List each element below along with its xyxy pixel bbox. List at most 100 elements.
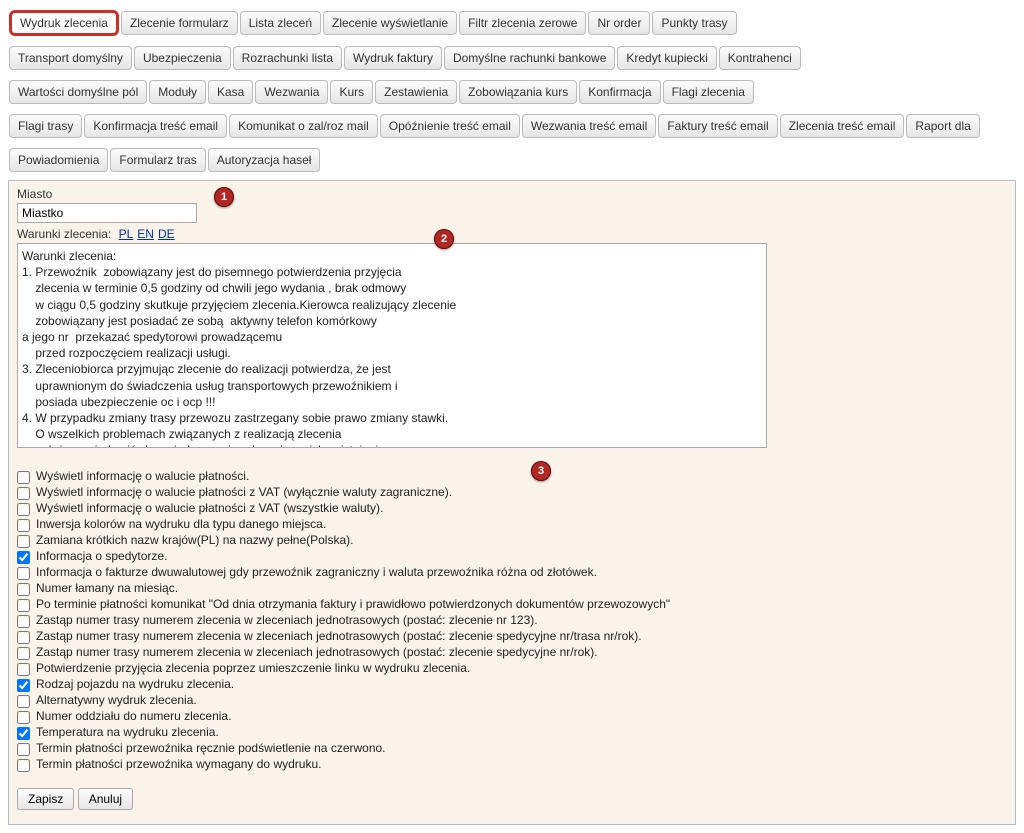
tab-kasa[interactable]: Kasa	[208, 80, 253, 104]
check-box[interactable]	[17, 551, 30, 564]
tab-zestawienia[interactable]: Zestawienia	[375, 80, 457, 104]
tab-punkty-trasy[interactable]: Punkty trasy	[652, 11, 736, 35]
check-box[interactable]	[17, 759, 30, 772]
check-box[interactable]	[17, 487, 30, 500]
check-row[interactable]: Numer oddziału do numeru zlecenia.	[17, 709, 1007, 724]
tab-wydruk-zlecenia[interactable]: Wydruk zlecenia	[9, 10, 119, 36]
lang-link-pl[interactable]: PL	[119, 227, 134, 241]
tab-autoryzacja-hase-[interactable]: Autoryzacja haseł	[208, 148, 321, 172]
check-row[interactable]: Wyświetl informację o walucie płatności …	[17, 501, 1007, 516]
tab-zlecenia-tre-email[interactable]: Zlecenia treść email	[780, 114, 905, 138]
check-row[interactable]: Numer łamany na miesiąc.	[17, 581, 1007, 596]
check-box[interactable]	[17, 535, 30, 548]
checklist: Wyświetl informację o walucie płatności.…	[17, 469, 1007, 772]
cancel-button[interactable]: Anuluj	[78, 788, 133, 810]
check-label: Rodzaj pojazdu na wydruku zlecenia.	[36, 677, 234, 691]
tab-op-nienie-tre-email[interactable]: Opóźnienie treść email	[380, 114, 520, 138]
tab-wydruk-faktury[interactable]: Wydruk faktury	[344, 46, 442, 70]
check-row[interactable]: Alternatywny wydruk zlecenia.	[17, 693, 1007, 708]
tab-konfirmacja[interactable]: Konfirmacja	[579, 80, 660, 104]
city-input[interactable]	[17, 203, 197, 223]
tab-flagi-zlecenia[interactable]: Flagi zlecenia	[663, 80, 754, 104]
check-label: Inwersja kolorów na wydruku dla typu dan…	[36, 517, 326, 531]
tab-zlecenie-wy-wietlanie[interactable]: Zlecenie wyświetlanie	[323, 11, 457, 35]
tab-formularz-tras[interactable]: Formularz tras	[110, 148, 205, 172]
check-row[interactable]: Informacja o fakturze dwuwalutowej gdy p…	[17, 565, 1007, 580]
tab-kontrahenci[interactable]: Kontrahenci	[719, 46, 801, 70]
check-label: Potwierdzenie przyjęcia zlecenia poprzez…	[36, 661, 470, 675]
tab-lista-zlece-[interactable]: Lista zleceń	[240, 11, 321, 35]
tab-wezwania[interactable]: Wezwania	[255, 80, 328, 104]
tab-kurs[interactable]: Kurs	[330, 80, 373, 104]
check-box[interactable]	[17, 647, 30, 660]
tab-filtr-zlecenia-zerowe[interactable]: Filtr zlecenia zerowe	[459, 11, 586, 35]
tab-powiadomienia[interactable]: Powiadomienia	[9, 148, 108, 172]
check-row[interactable]: Rodzaj pojazdu na wydruku zlecenia.	[17, 677, 1007, 692]
check-label: Zastąp numer trasy numerem zlecenia w zl…	[36, 629, 642, 643]
check-label: Informacja o fakturze dwuwalutowej gdy p…	[36, 565, 597, 579]
check-row[interactable]: Po terminie płatności komunikat "Od dnia…	[17, 597, 1007, 612]
tabs-row-5: PowiadomieniaFormularz trasAutoryzacja h…	[8, 146, 1016, 174]
action-row: Zapisz Anuluj	[17, 788, 1007, 810]
check-box[interactable]	[17, 599, 30, 612]
save-button[interactable]: Zapisz	[17, 788, 74, 810]
tab-kredyt-kupiecki[interactable]: Kredyt kupiecki	[617, 46, 716, 70]
tab-ubezpieczenia[interactable]: Ubezpieczenia	[134, 46, 231, 70]
tab-komunikat-o-zal-roz-mail[interactable]: Komunikat o zal/roz mail	[229, 114, 378, 138]
check-row[interactable]: Potwierdzenie przyjęcia zlecenia poprzez…	[17, 661, 1007, 676]
check-box[interactable]	[17, 503, 30, 516]
check-box[interactable]	[17, 695, 30, 708]
tab-warto-ci-domy-lne-p-l[interactable]: Wartości domyślne pól	[9, 80, 147, 104]
tab-rozrachunki-lista[interactable]: Rozrachunki lista	[233, 46, 342, 70]
terms-textarea[interactable]	[17, 243, 767, 448]
check-box[interactable]	[17, 519, 30, 532]
tabs-row-3: Wartości domyślne pólModułyKasaWezwaniaK…	[8, 78, 1016, 106]
tab-modu-y[interactable]: Moduły	[149, 80, 206, 104]
check-row[interactable]: Zamiana krótkich nazw krajów(PL) na nazw…	[17, 533, 1007, 548]
check-box[interactable]	[17, 631, 30, 644]
check-row[interactable]: Zastąp numer trasy numerem zlecenia w zl…	[17, 613, 1007, 628]
tab-wezwania-tre-email[interactable]: Wezwania treść email	[522, 114, 656, 138]
tab-konfirmacja-tre-email[interactable]: Konfirmacja treść email	[84, 114, 227, 138]
check-row[interactable]: Wyświetl informację o walucie płatności …	[17, 485, 1007, 500]
callout-badge-1: 1	[214, 187, 234, 207]
tab-raport-dla[interactable]: Raport dla	[906, 114, 979, 138]
check-row[interactable]: Temperatura na wydruku zlecenia.	[17, 725, 1007, 740]
tabs-row-4: Flagi trasyKonfirmacja treść emailKomuni…	[8, 112, 1016, 140]
lang-link-de[interactable]: DE	[158, 227, 175, 241]
check-row[interactable]: Informacja o spedytorze.	[17, 549, 1007, 564]
check-box[interactable]	[17, 743, 30, 756]
city-label: Miasto	[17, 187, 1007, 201]
tab-nr-order[interactable]: Nr order	[588, 11, 650, 35]
check-box[interactable]	[17, 663, 30, 676]
check-box[interactable]	[17, 615, 30, 628]
check-label: Wyświetl informację o walucie płatności …	[36, 501, 383, 515]
check-box[interactable]	[17, 583, 30, 596]
terms-label: Warunki zlecenia:	[17, 227, 111, 241]
tab-zobowi-zania-kurs[interactable]: Zobowiązania kurs	[459, 80, 577, 104]
tabs-row-1: Wydruk zleceniaZlecenie formularzLista z…	[8, 8, 1016, 38]
check-box[interactable]	[17, 471, 30, 484]
tab-zlecenie-formularz[interactable]: Zlecenie formularz	[121, 11, 238, 35]
tab-transport-domy-lny[interactable]: Transport domyślny	[9, 46, 132, 70]
check-row[interactable]: Termin płatności przewoźnika ręcznie pod…	[17, 741, 1007, 756]
tab-flagi-trasy[interactable]: Flagi trasy	[9, 114, 82, 138]
check-box[interactable]	[17, 711, 30, 724]
tabs-row-2: Transport domyślnyUbezpieczeniaRozrachun…	[8, 44, 1016, 72]
check-row[interactable]: Inwersja kolorów na wydruku dla typu dan…	[17, 517, 1007, 532]
check-label: Zamiana krótkich nazw krajów(PL) na nazw…	[36, 533, 353, 547]
check-label: Alternatywny wydruk zlecenia.	[36, 693, 197, 707]
tab-faktury-tre-email[interactable]: Faktury treść email	[658, 114, 777, 138]
check-row[interactable]: Zastąp numer trasy numerem zlecenia w zl…	[17, 629, 1007, 644]
check-row[interactable]: Zastąp numer trasy numerem zlecenia w zl…	[17, 645, 1007, 660]
check-label: Wyświetl informację o walucie płatności …	[36, 485, 452, 499]
check-row[interactable]: Wyświetl informację o walucie płatności.	[17, 469, 1007, 484]
callout-badge-3: 3	[531, 461, 551, 481]
lang-link-en[interactable]: EN	[137, 227, 154, 241]
tab-domy-lne-rachunki-bankowe[interactable]: Domyślne rachunki bankowe	[444, 46, 615, 70]
check-box[interactable]	[17, 727, 30, 740]
check-label: Wyświetl informację o walucie płatności.	[36, 469, 249, 483]
check-box[interactable]	[17, 679, 30, 692]
check-box[interactable]	[17, 567, 30, 580]
check-row[interactable]: Termin płatności przewoźnika wymagany do…	[17, 757, 1007, 772]
